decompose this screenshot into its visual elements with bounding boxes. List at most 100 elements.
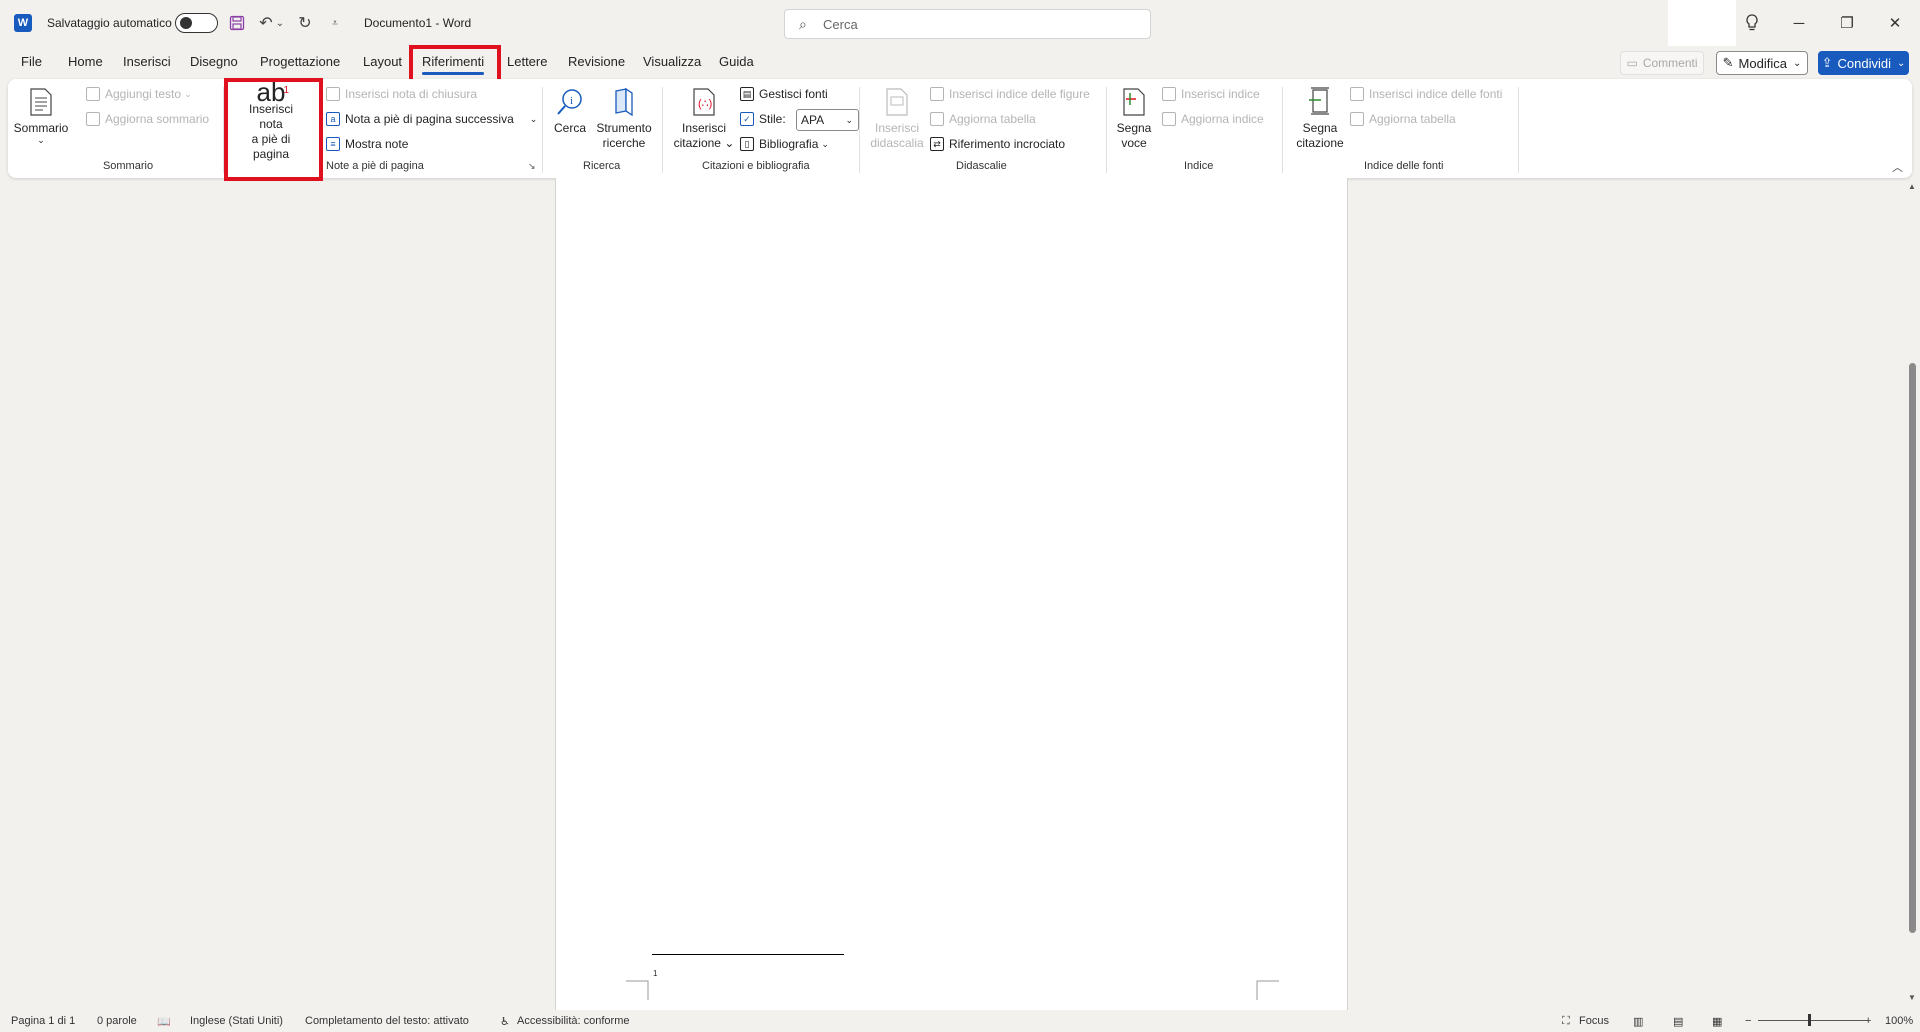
insert-caption-icon xyxy=(881,85,913,119)
zoom-out-icon[interactable]: − xyxy=(1745,1015,1751,1027)
show-notes-button[interactable]: ≡ Mostra note xyxy=(326,137,408,151)
insert-citation-button[interactable]: (∴) Inserisci citazione ⌄ xyxy=(672,79,736,157)
tab-revisione[interactable]: Revisione xyxy=(568,54,625,69)
zoom-slider[interactable] xyxy=(1758,1020,1868,1021)
divider xyxy=(1106,87,1107,173)
dialog-launcher-icon[interactable]: ↘ xyxy=(528,161,536,172)
mark-entry-icon xyxy=(1118,85,1150,119)
insert-index-button[interactable]: Inserisci indice xyxy=(1162,87,1260,101)
endnote-icon xyxy=(326,87,340,101)
lightbulb-icon[interactable] xyxy=(1730,0,1774,46)
update-table-figures-button[interactable]: Aggiorna tabella xyxy=(930,112,1036,126)
tab-home[interactable]: Home xyxy=(68,54,103,69)
add-text-icon xyxy=(86,87,100,101)
edit-mode-button[interactable]: ✎ Modifica ⌄ xyxy=(1716,51,1808,75)
researcher-label-1: Strumento xyxy=(596,121,652,135)
customize-qat-icon[interactable]: ⩡ xyxy=(324,12,346,34)
tab-layout[interactable]: Layout xyxy=(363,54,402,69)
focus-mode[interactable]: Focus xyxy=(1579,1015,1609,1027)
accessibility-icon: ♿ xyxy=(500,1016,510,1028)
cross-reference-button[interactable]: ⇄ Riferimento incrociato xyxy=(930,137,1065,151)
manage-sources-button[interactable]: ▤ Gestisci fonti xyxy=(740,87,828,101)
pencil-icon: ✎ xyxy=(1722,55,1734,70)
update-toc-button[interactable]: Aggiorna sommario xyxy=(86,112,209,126)
insert-endnote-button[interactable]: Inserisci nota di chiusura xyxy=(326,87,477,101)
tab-guida[interactable]: Guida xyxy=(719,54,754,69)
sommario-button[interactable]: Sommario ⌄ xyxy=(14,79,68,157)
word-count[interactable]: 0 parole xyxy=(97,1015,137,1027)
close-icon[interactable]: ✕ xyxy=(1872,0,1918,46)
tab-disegno[interactable]: Disegno xyxy=(190,54,238,69)
insert-citation-icon: (∴) xyxy=(688,85,720,119)
comments-button[interactable]: ▭ Commenti xyxy=(1620,51,1704,75)
scroll-down-icon[interactable]: ▼ xyxy=(1908,993,1916,1002)
search-box[interactable]: ⌕ Cerca xyxy=(784,9,1151,39)
scrollbar-thumb[interactable] xyxy=(1909,363,1916,933)
zoom-in-icon[interactable]: + xyxy=(1865,1015,1871,1027)
insert-caption-label-1: Inserisci xyxy=(874,121,919,135)
insert-table-authorities-icon xyxy=(1350,87,1364,101)
insert-citation-label-1: Inserisci xyxy=(681,121,726,135)
add-text-button[interactable]: Aggiungi testo ⌄ xyxy=(86,87,192,101)
table-of-contents-icon xyxy=(25,85,57,119)
highlight-insert-footnote xyxy=(224,78,323,181)
update-table-authorities-button[interactable]: Aggiorna tabella xyxy=(1350,112,1456,126)
footnote-separator xyxy=(652,954,844,955)
print-layout-icon[interactable]: ▤ xyxy=(1673,1015,1683,1028)
redo-icon[interactable]: ↻ xyxy=(294,12,316,34)
restore-icon[interactable]: ❐ xyxy=(1824,0,1870,46)
insert-table-authorities-button[interactable]: Inserisci indice delle fonti xyxy=(1350,87,1502,101)
save-icon[interactable] xyxy=(226,12,248,34)
bibliography-button[interactable]: ▯ Bibliografia ⌄ xyxy=(740,137,829,151)
tab-file[interactable]: File xyxy=(21,54,42,69)
mark-citation-icon xyxy=(1304,85,1336,119)
researcher-button[interactable]: Strumento ricerche xyxy=(592,79,656,157)
zoom-level[interactable]: 100% xyxy=(1885,1015,1913,1027)
next-footnote-button[interactable]: a Nota a piè di pagina successiva ⌄ xyxy=(326,112,537,126)
autosave-toggle[interactable] xyxy=(175,13,218,33)
chevron-down-icon: ⌄ xyxy=(37,135,45,145)
insert-caption-button[interactable]: Inserisci didascalia xyxy=(867,79,927,157)
insert-table-authorities-label: Inserisci indice delle fonti xyxy=(1369,87,1503,101)
insert-citation-label-2: citazione ⌄ xyxy=(673,136,735,150)
undo-dropdown-icon[interactable]: ⌄ xyxy=(274,12,286,34)
accessibility-status[interactable]: Accessibilità: conforme xyxy=(517,1015,630,1027)
search-info-icon: i xyxy=(554,85,586,119)
mark-citation-button[interactable]: Segna citazione xyxy=(1292,79,1348,157)
language[interactable]: Inglese (Stati Uniti) xyxy=(190,1015,283,1027)
web-layout-icon[interactable]: ▦ xyxy=(1712,1015,1722,1028)
group-label-authorities: Indice delle fonti xyxy=(1364,160,1444,172)
chevron-down-icon: ⌄ xyxy=(1792,57,1802,69)
svg-text:i: i xyxy=(570,95,573,107)
proofing-icon[interactable]: 📖 xyxy=(157,1015,171,1028)
scroll-up-icon[interactable]: ▲ xyxy=(1908,182,1916,191)
minimize-icon[interactable]: ─ xyxy=(1776,0,1822,46)
divider xyxy=(1518,87,1519,173)
text-prediction[interactable]: Completamento del testo: attivato xyxy=(305,1015,469,1027)
comment-icon: ▭ xyxy=(1626,56,1638,70)
table-of-figures-button[interactable]: Inserisci indice delle figure xyxy=(930,87,1090,101)
update-table-icon xyxy=(930,112,944,126)
citation-style-select[interactable]: APA ⌄ xyxy=(796,109,859,131)
tab-visualizza[interactable]: Visualizza xyxy=(643,54,701,69)
mark-entry-button[interactable]: Segna voce xyxy=(1114,79,1154,157)
title-bar: W Salvataggio automatico ↶ ⌄ ↻ ⩡ Documen… xyxy=(0,0,1920,46)
profile-area[interactable] xyxy=(1668,0,1736,46)
read-mode-icon[interactable]: ▥ xyxy=(1633,1015,1643,1028)
tab-progettazione[interactable]: Progettazione xyxy=(260,54,340,69)
svg-text:(∴): (∴) xyxy=(698,98,712,110)
search-button[interactable]: i Cerca xyxy=(552,79,588,157)
page-count[interactable]: Pagina 1 di 1 xyxy=(11,1015,75,1027)
cross-reference-icon: ⇄ xyxy=(930,137,944,151)
document-page[interactable]: 1 xyxy=(555,178,1348,1010)
collapse-ribbon-icon[interactable]: ︿ xyxy=(1892,159,1903,175)
share-icon: ⇪ xyxy=(1821,55,1833,70)
zoom-slider-thumb[interactable] xyxy=(1808,1014,1811,1026)
share-button[interactable]: ⇪ Condividi ⌄ xyxy=(1818,51,1909,75)
tab-lettere[interactable]: Lettere xyxy=(507,54,547,69)
mark-citation-label-2: citazione xyxy=(1296,136,1344,150)
style-icon: ✓ xyxy=(740,112,754,126)
update-index-button[interactable]: Aggiorna indice xyxy=(1162,112,1264,126)
tab-inserisci[interactable]: Inserisci xyxy=(123,54,171,69)
chevron-down-icon: ⌄ xyxy=(1897,57,1906,69)
